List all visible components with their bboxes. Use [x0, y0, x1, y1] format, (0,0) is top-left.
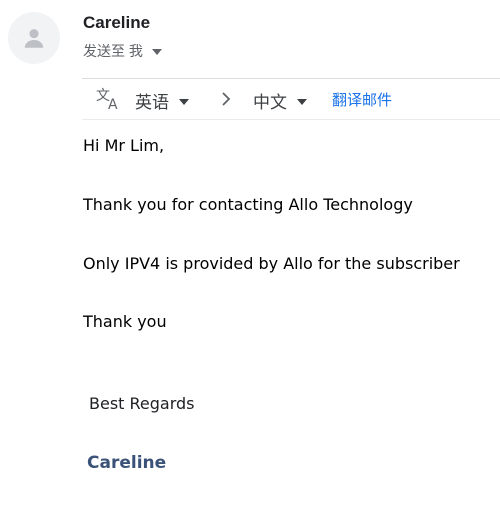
translate-message-link[interactable]: 翻译邮件	[332, 89, 392, 110]
message-line: Thank you for contacting Allo Technology	[83, 195, 413, 214]
closing-regards: Best Regards	[89, 394, 195, 413]
source-language-label: 英语	[135, 93, 169, 112]
message-line: Thank you	[83, 312, 167, 331]
sender-name: Careline	[83, 13, 151, 32]
target-language-select[interactable]: 中文	[253, 88, 307, 113]
svg-text:A: A	[108, 97, 118, 111]
signature: Careline	[87, 453, 167, 473]
target-language-label: 中文	[253, 93, 287, 112]
source-language-select[interactable]: 英语	[135, 88, 189, 113]
person-icon	[24, 29, 44, 48]
chevron-down-icon	[179, 98, 189, 105]
chevron-down-icon	[151, 49, 162, 55]
translate-icon: 文 A	[96, 87, 122, 116]
translate-bar: 文 A 英语 中文 翻译邮件	[82, 78, 500, 120]
sender-avatar[interactable]	[8, 12, 60, 64]
chevron-down-icon	[297, 98, 307, 105]
recipient-details-toggle[interactable]: 发送至 我	[83, 41, 162, 61]
message-line: Only IPV4 is provided by Allo for the su…	[83, 254, 460, 273]
message-line: Hi Mr Lim,	[83, 136, 165, 155]
recipient-label: 发送至 我	[83, 43, 143, 59]
chevron-right-icon	[220, 88, 234, 115]
